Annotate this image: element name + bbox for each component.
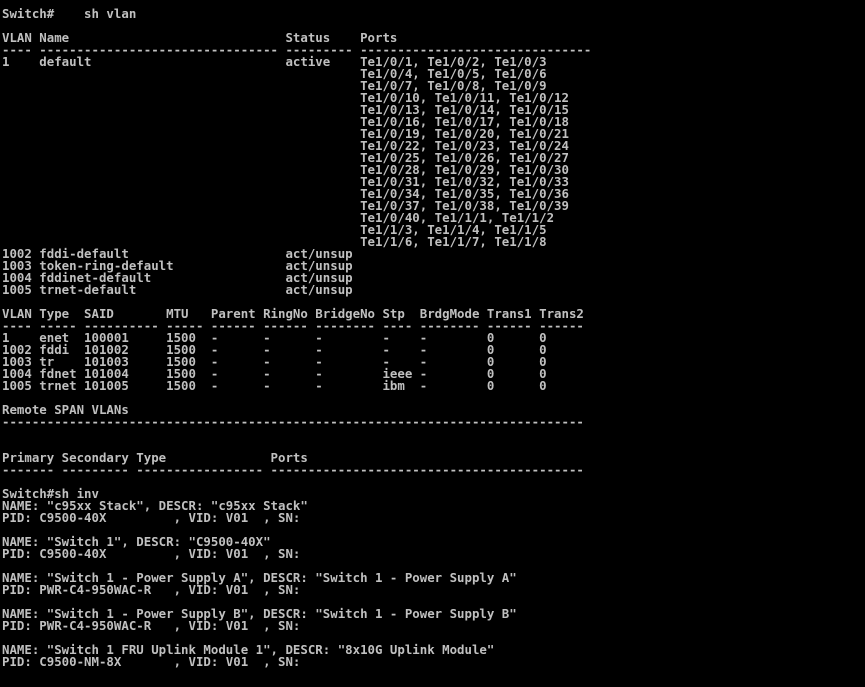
terminal-line: Switch# sh vlan (2, 8, 137, 21)
terminal-line: ----------------------------------------… (2, 414, 584, 429)
terminal-line: ------- --------- ----------------- ----… (2, 462, 584, 477)
terminal-output[interactable]: Switch# sh vlan VLAN Name Status Ports ---… (2, 8, 863, 687)
terminal-line: 1005 trnet 101005 1500 - - - ibm - 0 0 (2, 378, 547, 393)
terminal-line: PID: PWR-C4-950WAC-R , VID: V01 , SN: (2, 582, 301, 597)
terminal-line: PID: C9500-40X , VID: V01 , SN: (2, 510, 301, 525)
terminal-line: 1005 trnet-default act/unsup (2, 282, 353, 297)
terminal-line: PID: PWR-C4-950WAC-R , VID: V01 , SN: (2, 618, 301, 633)
terminal-line: PID: C9500-NM-8X , VID: V01 , SN: (2, 654, 301, 669)
terminal-line: PID: C9500-40X , VID: V01 , SN: (2, 546, 301, 561)
